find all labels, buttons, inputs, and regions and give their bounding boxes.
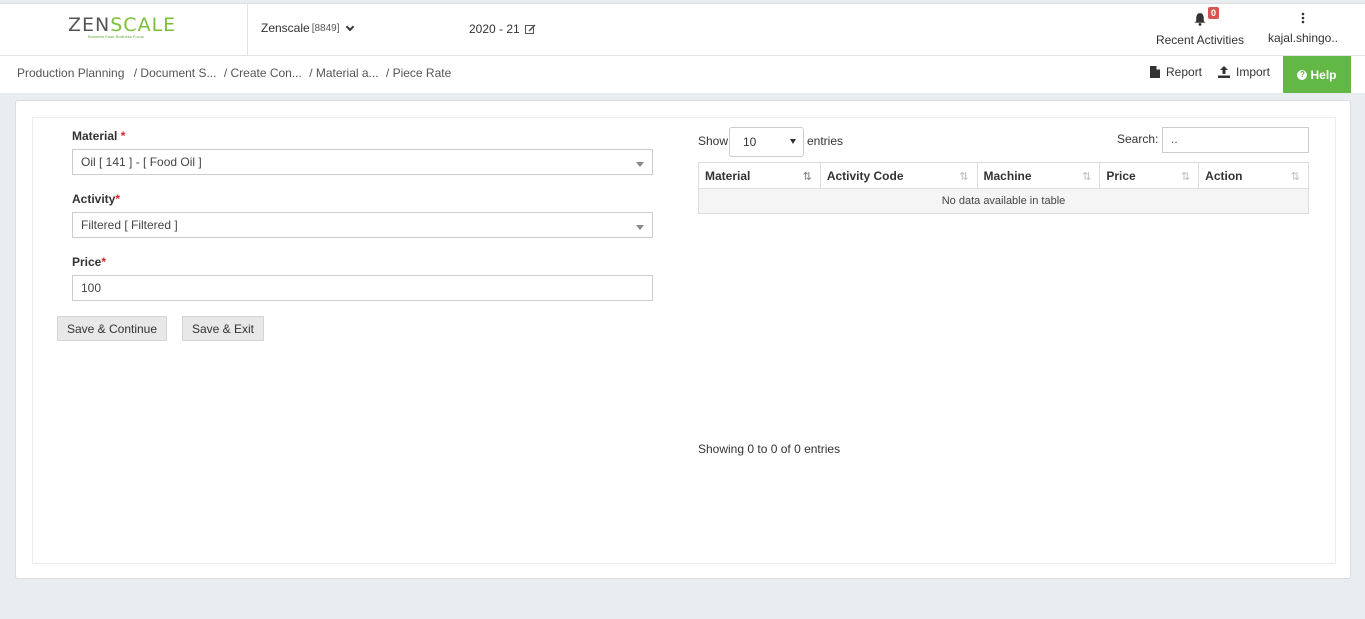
question-circle-icon: ? bbox=[1297, 69, 1308, 80]
show-label: Show bbox=[698, 134, 729, 148]
logo-tagline: Business Ease Business Focus bbox=[88, 34, 144, 39]
username: kajal.shingo.. bbox=[1267, 31, 1339, 45]
save-exit-button[interactable]: Save & Exit bbox=[182, 316, 264, 341]
breadcrumb: Production Planning / Document S... / Cr… bbox=[17, 66, 455, 80]
recent-activities[interactable]: Recent Activities bbox=[1150, 12, 1250, 47]
caret-down-icon bbox=[636, 162, 644, 167]
table-header-row: Material ⇅ Activity Code ⇅ Machine ⇅ Price ⇅… bbox=[698, 162, 1309, 189]
user-menu[interactable]: kajal.shingo.. bbox=[1265, 12, 1341, 45]
column-header-machine[interactable]: Machine ⇅ bbox=[976, 162, 1101, 189]
breadcrumb-item[interactable]: / Create Con... bbox=[224, 66, 302, 80]
financial-year-selector[interactable]: 2020 - 21 bbox=[469, 22, 536, 36]
report-label: Report bbox=[1166, 65, 1203, 79]
activity-select[interactable]: Filtered [ Filtered ] bbox=[72, 212, 653, 238]
caret-down-icon bbox=[636, 225, 644, 230]
sort-ascending-icon: ⇅ bbox=[802, 171, 812, 183]
sort-icon: ⇅ bbox=[959, 171, 969, 183]
help-label: Help bbox=[1310, 67, 1337, 82]
table-empty-row: No data available in table bbox=[698, 188, 1309, 214]
required-mark: * bbox=[101, 255, 107, 269]
required-mark: * bbox=[115, 192, 121, 206]
edit-icon bbox=[524, 23, 536, 34]
material-value: Oil [ 141 ] - [ Food Oil ] bbox=[81, 155, 202, 169]
activity-label: Activity* bbox=[72, 192, 121, 206]
material-select[interactable]: Oil [ 141 ] - [ Food Oil ] bbox=[72, 149, 653, 175]
page-length-value: 10 bbox=[743, 135, 757, 149]
company-name: Zenscale bbox=[261, 21, 310, 35]
chevron-down-icon bbox=[345, 22, 354, 31]
bell-icon bbox=[1194, 13, 1206, 26]
piece-rate-table: Material ⇅ Activity Code ⇅ Machine ⇅ Price ⇅… bbox=[698, 162, 1309, 214]
company-selector[interactable]: Zenscale [8849] bbox=[261, 21, 354, 35]
price-label: Price* bbox=[72, 255, 107, 269]
breadcrumb-item-current: / Piece Rate bbox=[385, 66, 452, 80]
financial-year: 2020 - 21 bbox=[469, 22, 520, 36]
column-header-price[interactable]: Price ⇅ bbox=[1099, 162, 1200, 189]
notification-badge: 0 bbox=[1208, 7, 1220, 19]
page-length-select[interactable]: 10 bbox=[729, 127, 804, 157]
breadcrumb-item[interactable]: / Material a... bbox=[309, 66, 378, 80]
breadcrumb-item[interactable]: / Document S... bbox=[134, 66, 217, 80]
import-button[interactable]: Import bbox=[1218, 65, 1270, 79]
company-code: [8849] bbox=[311, 22, 340, 34]
search-label: Search: bbox=[1117, 132, 1159, 146]
help-button[interactable]: ? Help bbox=[1283, 56, 1351, 93]
column-header-activity-code[interactable]: Activity Code ⇅ bbox=[819, 162, 978, 189]
upload-icon bbox=[1218, 66, 1230, 78]
material-label: Material * bbox=[72, 129, 126, 143]
search-input[interactable]: .. bbox=[1162, 127, 1309, 153]
breadcrumb-bar: Production Planning / Document S... / Cr… bbox=[0, 56, 1365, 93]
report-button[interactable]: Report bbox=[1150, 65, 1202, 79]
column-header-action[interactable]: Action ⇅ bbox=[1198, 162, 1309, 189]
sort-icon: ⇅ bbox=[1180, 171, 1191, 183]
caret-down-icon bbox=[790, 139, 796, 144]
more-vertical-icon bbox=[1301, 12, 1305, 24]
recent-activities-label: Recent Activities bbox=[1155, 33, 1245, 47]
file-icon bbox=[1150, 66, 1160, 78]
top-bar: ZENSCALE Business Ease Business Focus Ze… bbox=[0, 3, 1365, 56]
column-header-material[interactable]: Material ⇅ bbox=[698, 162, 821, 189]
activity-value: Filtered [ Filtered ] bbox=[81, 218, 178, 232]
logo-text: ZENSCALE bbox=[68, 14, 177, 36]
table-info: Showing 0 to 0 of 0 entries bbox=[698, 442, 841, 456]
required-mark: * bbox=[120, 129, 126, 143]
price-input[interactable]: 100 bbox=[72, 275, 653, 301]
import-label: Import bbox=[1236, 65, 1271, 79]
entries-label: entries bbox=[807, 134, 844, 148]
breadcrumb-item[interactable]: Production Planning bbox=[17, 66, 124, 80]
logo[interactable]: ZENSCALE Business Ease Business Focus bbox=[0, 4, 248, 56]
save-continue-button[interactable]: Save & Continue bbox=[57, 316, 167, 341]
sort-icon: ⇅ bbox=[1290, 171, 1300, 183]
empty-table-message: No data available in table bbox=[698, 188, 1309, 214]
sort-icon: ⇅ bbox=[1082, 171, 1092, 183]
